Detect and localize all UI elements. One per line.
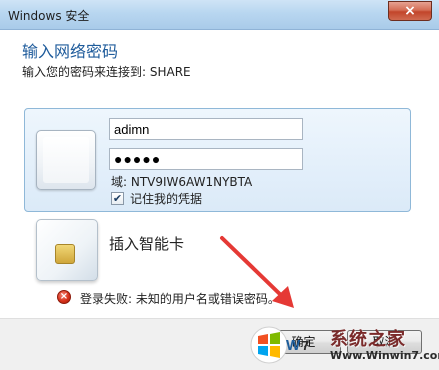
smartcard-chip: [55, 244, 75, 264]
title-bar: Windows 安全 ×: [0, 0, 439, 30]
watermark-title: 系统之家: [330, 329, 406, 350]
user-tile-icon: [36, 130, 96, 190]
window-title: Windows 安全: [8, 9, 90, 23]
user-tile-picture-frame: [43, 137, 89, 183]
remember-credentials-checkbox[interactable]: ✔: [111, 192, 124, 205]
svg-text:7: 7: [302, 338, 309, 353]
smartcard-option-label[interactable]: 插入智能卡: [109, 233, 184, 254]
check-icon: ✔: [112, 192, 123, 205]
remember-credentials-label[interactable]: 记住我的凭据: [130, 190, 202, 207]
close-icon: ×: [404, 3, 416, 19]
close-button[interactable]: ×: [388, 1, 432, 21]
smartcard-icon[interactable]: [36, 219, 98, 281]
password-mask: ●●●●●: [114, 151, 162, 167]
dialog-heading: 输入网络密码: [22, 42, 119, 61]
svg-text:W: W: [286, 337, 301, 354]
error-message: 登录失败: 未知的用户名或错误密码。: [80, 292, 280, 306]
error-icon: ×: [57, 290, 71, 304]
username-input[interactable]: [109, 118, 303, 140]
watermark-url: Www.Winwin7.com: [330, 349, 439, 362]
password-input[interactable]: ●●●●●: [109, 148, 303, 170]
dialog-subheading: 输入您的密码来连接到: SHARE: [22, 65, 191, 79]
windows-security-dialog: Windows 安全 × 输入网络密码 输入您的密码来连接到: SHARE ●●…: [0, 0, 439, 370]
domain-label: 域: NTV9IW6AW1NYBTA: [111, 175, 253, 189]
watermark-logo: W 7: [250, 326, 309, 364]
